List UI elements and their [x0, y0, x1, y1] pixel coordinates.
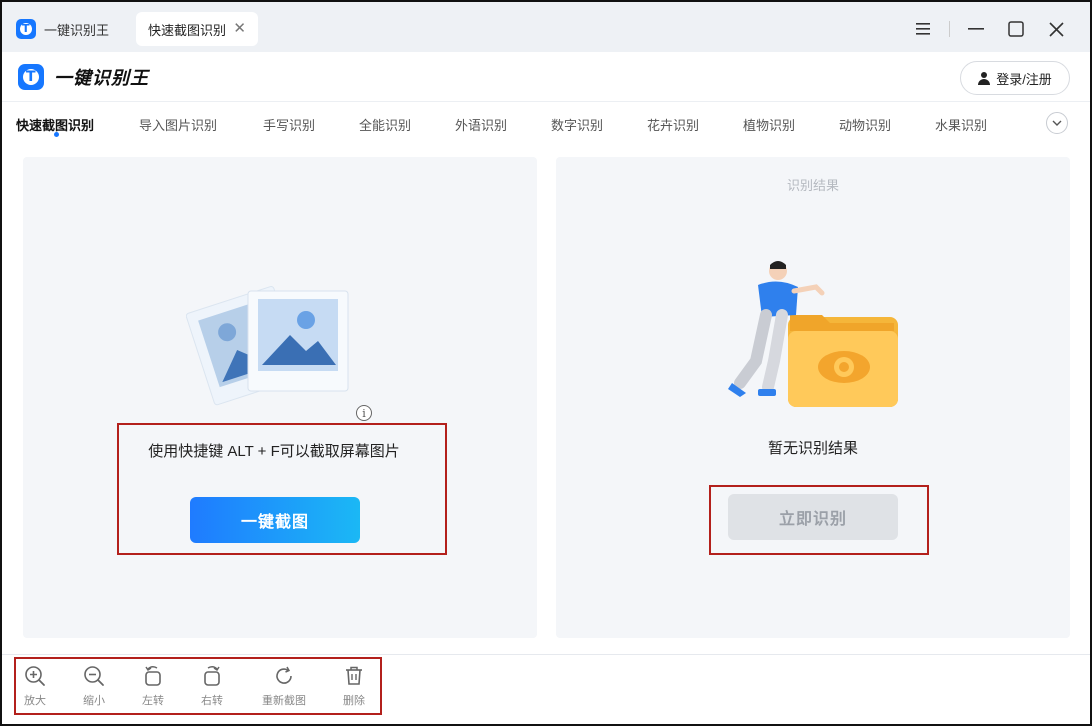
delete-button[interactable]: 删除	[329, 664, 379, 708]
zoom-in-icon	[25, 666, 45, 686]
zoom-in-label: 放大	[24, 695, 46, 707]
trash-icon	[346, 666, 362, 685]
empty-result-illustration-icon	[728, 261, 898, 407]
photos-illustration-icon	[186, 286, 349, 406]
delete-label: 删除	[343, 695, 365, 707]
window-controls	[903, 16, 1076, 42]
zoom-in-button[interactable]: 放大	[10, 664, 60, 708]
tool-tabs: 快速截图识别 导入图片识别 手写识别 全能识别 外语识别 数字识别 花卉识别 植…	[2, 103, 1090, 143]
recapture-button[interactable]: 重新截图	[259, 664, 309, 708]
tab-quick-capture[interactable]: 快速截图识别 ✕	[136, 12, 258, 46]
empty-result-text: 暂无识别结果	[767, 440, 858, 457]
tab-flower[interactable]: 花卉识别	[647, 115, 699, 134]
tab-foreign-language[interactable]: 外语识别	[455, 115, 507, 134]
recognize-now-button[interactable]: 立即识别	[728, 494, 898, 540]
rotate-right-icon	[204, 665, 220, 686]
tab-all-purpose[interactable]: 全能识别	[359, 115, 411, 134]
capture-panel: i 使用快捷键 ALT + F可以截取屏幕图片 一键截图	[23, 157, 537, 638]
title-bar: 一键识别王 快速截图识别 ✕	[2, 2, 1090, 52]
tab-close-icon[interactable]: ✕	[233, 19, 246, 37]
rotate-left-icon	[145, 665, 161, 686]
info-icon[interactable]: i	[356, 405, 372, 421]
menu-icon[interactable]	[903, 16, 943, 42]
result-panel: 识别结果 暂无识别结果 立即识别	[556, 157, 1070, 638]
recapture-label: 重新截图	[262, 695, 306, 707]
refresh-icon	[276, 666, 292, 684]
rotate-left-button[interactable]: 左转	[128, 664, 178, 708]
app-tab-title: 一键识别王	[44, 22, 110, 38]
tab-handwriting[interactable]: 手写识别	[263, 115, 315, 134]
active-tab-indicator	[54, 132, 59, 137]
brand-logo-icon	[18, 64, 44, 90]
app-tab[interactable]: 一键识别王	[16, 14, 109, 44]
brand-name: 一键识别王	[54, 68, 149, 88]
rotate-left-label: 左转	[142, 695, 164, 707]
login-label: 登录/注册	[996, 71, 1052, 87]
zoom-out-button[interactable]: 缩小	[69, 664, 119, 708]
active-tab-title: 快速截图识别	[148, 22, 227, 38]
rotate-right-button[interactable]: 右转	[187, 664, 237, 708]
tab-number[interactable]: 数字识别	[551, 115, 603, 134]
zoom-out-label: 缩小	[83, 695, 105, 707]
result-title: 识别结果	[786, 178, 839, 193]
app-header: 一键识别王 登录/注册	[2, 52, 1090, 102]
tab-import-image[interactable]: 导入图片识别	[139, 115, 217, 134]
app-logo-icon	[16, 19, 36, 39]
one-click-capture-button[interactable]: 一键截图	[190, 497, 360, 543]
minimize-icon[interactable]	[956, 16, 996, 42]
shortcut-hint: 使用快捷键 ALT + F可以截取屏幕图片	[148, 443, 400, 460]
maximize-icon[interactable]	[996, 16, 1036, 42]
window-controls-divider	[949, 21, 950, 37]
login-button[interactable]: 登录/注册	[960, 61, 1070, 95]
user-icon	[978, 71, 991, 85]
footer-divider	[2, 654, 1090, 655]
more-tabs-chevron-down-icon[interactable]	[1046, 112, 1068, 134]
rotate-right-label: 右转	[201, 695, 223, 707]
zoom-out-icon	[84, 666, 104, 686]
tab-animal[interactable]: 动物识别	[839, 115, 891, 134]
brand: 一键识别王	[18, 64, 149, 90]
tab-fruit[interactable]: 水果识别	[935, 115, 987, 134]
close-icon[interactable]	[1036, 16, 1076, 42]
tab-plant[interactable]: 植物识别	[743, 115, 795, 134]
